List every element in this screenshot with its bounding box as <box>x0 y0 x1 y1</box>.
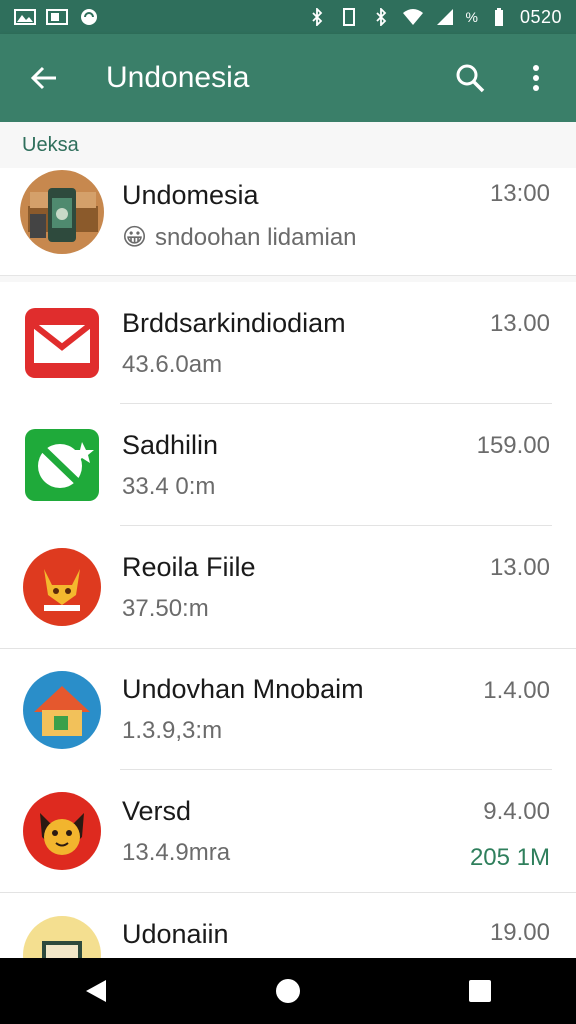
list-item[interactable]: Reoila Fiile 37.50:m 13.00 <box>0 526 576 648</box>
chat-time: 19.00 <box>489 919 550 946</box>
battery-icon <box>488 8 510 26</box>
search-icon <box>456 64 485 93</box>
chat-name: Sadhilin <box>122 429 219 460</box>
arrow-back-icon <box>30 66 56 90</box>
bluetooth-icon <box>306 8 328 26</box>
triangle-back-icon <box>86 980 106 1002</box>
chat-preview: sndoohan lidamian <box>155 223 357 251</box>
sync-notification-icon <box>78 8 100 26</box>
chat-time: 13.00 <box>489 310 550 337</box>
circle-home-icon <box>276 979 300 1003</box>
section-header: Ueksa <box>0 122 576 168</box>
square-recents-icon <box>469 980 491 1002</box>
signal-icon <box>434 8 456 26</box>
green-app-icon <box>20 423 104 507</box>
chat-name: Brddsarkindiodiam <box>122 307 346 338</box>
chat-preview: 43.6.0am <box>122 350 223 378</box>
chat-time: 13.00 <box>489 554 550 581</box>
shop-avatar-icon <box>20 913 104 958</box>
chat-name: Versd <box>122 795 192 826</box>
bluetooth-icon-2 <box>370 8 392 26</box>
list-item[interactable]: Versd 13.4.9mra 9.4.00 205 1M <box>0 770 576 892</box>
status-bar: % 0520 <box>0 0 576 34</box>
wifi-icon <box>402 8 424 26</box>
battery-percent: % <box>465 9 478 25</box>
back-button[interactable] <box>16 50 72 106</box>
chat-time: 159.00 <box>476 432 550 459</box>
list-item[interactable]: Sadhilin 33.4 0:m 159.00 <box>0 404 576 526</box>
clock: 0520 <box>519 6 562 27</box>
chat-time: 9.4.00 <box>483 798 550 825</box>
system-nav-bar <box>0 958 576 1024</box>
overflow-menu-button[interactable] <box>514 56 558 100</box>
list-item[interactable]: Undovhan Mnobaim 1.3.9,3:m 1.4.00 <box>0 648 576 770</box>
avatar <box>20 170 104 254</box>
chat-preview: 13.4.9mra <box>122 838 231 866</box>
app-bar: Undonesia <box>0 34 576 122</box>
chat-name: Undovhan Mnobaim <box>122 674 364 704</box>
chat-preview: 1.3.9,3:m <box>122 717 223 744</box>
size-badge: 205 1M <box>469 844 550 871</box>
chat-time: 13:00 <box>489 180 550 207</box>
nav-back-button[interactable] <box>66 961 126 1021</box>
list-item[interactable]: Undomesia 😀 sndoohan lidamian 13:00 <box>0 168 576 276</box>
chat-time: 1.4.00 <box>483 677 550 704</box>
list-item[interactable]: Udonaiin 19.00 <box>0 892 576 958</box>
nav-recents-button[interactable] <box>450 961 510 1021</box>
image-notification-icon <box>14 8 36 26</box>
chat-preview: 37.50:m <box>122 594 209 622</box>
list-item[interactable]: Brddsarkindiodiam 43.6.0am 13.00 <box>0 282 576 404</box>
chat-name: Reoila Fiile <box>122 551 256 582</box>
photo-notification-icon <box>46 8 68 26</box>
chat-name: Undomesia <box>122 180 259 210</box>
chat-name: Udonaiin <box>122 919 229 949</box>
chat-list[interactable]: Ueksa Undomesia 😀 sndoohan lidamian 13:0… <box>0 122 576 958</box>
nav-home-button[interactable] <box>258 961 318 1021</box>
page-title: Undonesia <box>106 61 250 94</box>
smile-emoji-icon: 😀 <box>122 224 148 251</box>
vibrate-icon <box>338 8 360 26</box>
fox-avatar-icon <box>20 545 104 629</box>
house-avatar-icon <box>20 668 104 752</box>
search-button[interactable] <box>448 56 492 100</box>
chat-preview: 33.4 0:m <box>122 472 216 500</box>
mail-app-icon <box>20 301 104 385</box>
more-vert-icon <box>533 65 539 91</box>
cat-avatar-icon <box>20 789 104 873</box>
